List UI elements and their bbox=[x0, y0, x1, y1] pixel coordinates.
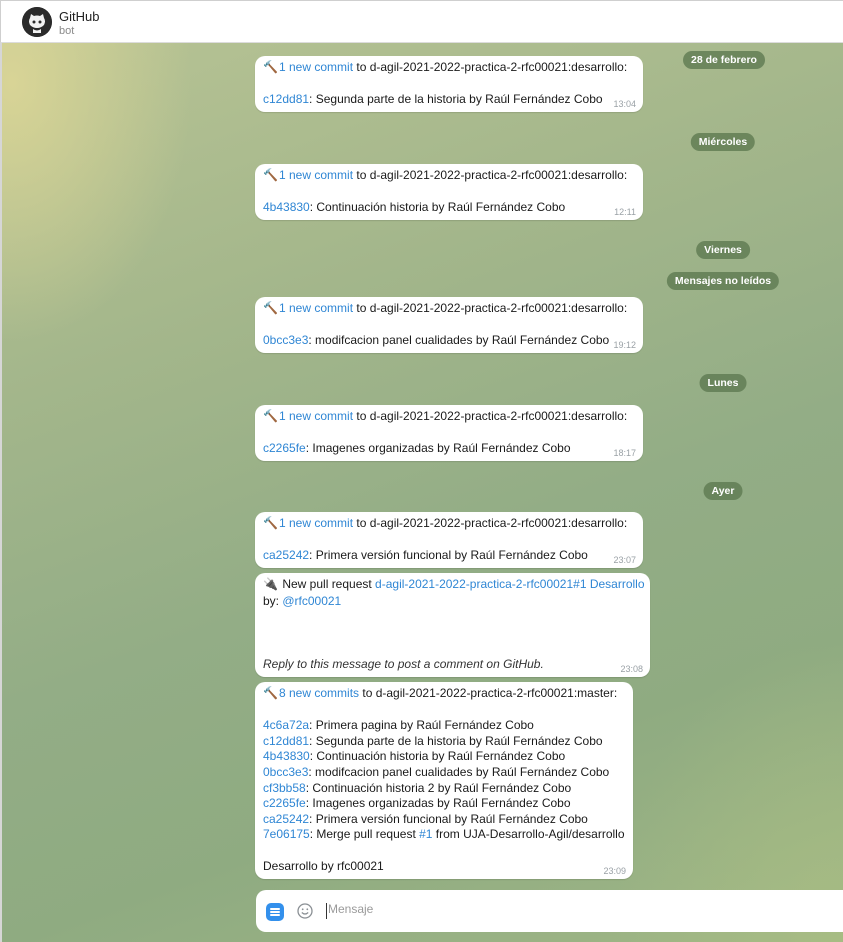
commit-line: 4c6a72a: Primera pagina by Raúl Fernánde… bbox=[263, 718, 534, 732]
commit-hash-link[interactable]: ca25242 bbox=[263, 812, 309, 826]
commit-line: ca25242: Primera versión funcional by Ra… bbox=[263, 812, 588, 826]
commit-description: : modifcacion panel cualidades by Raúl F… bbox=[308, 765, 610, 779]
commit-hash-link[interactable]: 0bcc3e3 bbox=[263, 333, 308, 347]
commit-target: to d-agil-2021-2022-practica-2-rfc00021:… bbox=[353, 60, 628, 74]
commit-line: cf3bb58: Continuación historia 2 by Raúl… bbox=[263, 781, 571, 795]
hammer-icon: 🔨 bbox=[263, 60, 278, 74]
commit-link[interactable]: 1 new commit bbox=[279, 168, 353, 182]
pr-label: New pull request bbox=[279, 577, 376, 591]
date-separator: Viernes bbox=[696, 241, 750, 259]
date-separator: Miércoles bbox=[690, 133, 756, 151]
message-composer[interactable]: Mensaje bbox=[256, 890, 843, 932]
commit-description: : Primera versión funcional by Raúl Fern… bbox=[309, 812, 588, 826]
commit-link[interactable]: 1 new commit bbox=[279, 60, 353, 74]
message-bubble[interactable]: 🔨1 new commit to d-agil-2021-2022-practi… bbox=[255, 405, 643, 461]
commit-line: c2265fe: Imagenes organizadas by Raúl Fe… bbox=[263, 796, 571, 810]
commit-description: : Primera versión funcional by Raúl Fern… bbox=[309, 548, 588, 562]
commit-hash-link[interactable]: c2265fe bbox=[263, 796, 306, 810]
commit-description: : Continuación historia by Raúl Fernánde… bbox=[309, 749, 566, 763]
smiley-icon[interactable] bbox=[297, 903, 313, 919]
commit-description: : Continuación historia by Raúl Fernánde… bbox=[309, 200, 566, 214]
commit-link[interactable]: 1 new commit bbox=[279, 301, 353, 315]
pr-by-label: by: bbox=[263, 594, 283, 608]
commit-hash-link[interactable]: c2265fe bbox=[263, 441, 306, 455]
commit-target: to d-agil-2021-2022-practica-2-rfc00021:… bbox=[353, 301, 628, 315]
commit-description: : modifcacion panel cualidades by Raúl F… bbox=[308, 333, 610, 347]
commit-target: to d-agil-2021-2022-practica-2-rfc00021:… bbox=[353, 409, 628, 423]
text-cursor bbox=[326, 903, 327, 919]
commit-description: : Segunda parte de la historia by Raúl F… bbox=[309, 92, 603, 106]
message-bubble[interactable]: 🔨8 new commits to d-agil-2021-2022-pract… bbox=[255, 682, 633, 879]
commit-line: 4b43830: Continuación historia by Raúl F… bbox=[263, 749, 565, 763]
commit-description: : Imagenes organizadas by Raúl Fernández… bbox=[305, 796, 571, 810]
github-octocat-icon[interactable] bbox=[22, 7, 52, 37]
commit-hash-link[interactable]: 0bcc3e3 bbox=[263, 765, 308, 779]
message-bubble[interactable]: 🔨1 new commit to d-agil-2021-2022-practi… bbox=[255, 297, 643, 353]
pr-number-link[interactable]: #1 bbox=[419, 827, 432, 841]
commits-link[interactable]: 8 new commits bbox=[279, 686, 359, 700]
chat-subtitle: bot bbox=[59, 25, 75, 37]
pr-link[interactable]: d-agil-2021-2022-practica-2-rfc00021#1 D… bbox=[375, 577, 644, 591]
message-bubble[interactable]: 🔨1 new commit to d-agil-2021-2022-practi… bbox=[255, 164, 643, 220]
unread-separator: Mensajes no leídos bbox=[666, 272, 780, 290]
date-separator: Lunes bbox=[699, 374, 747, 392]
date-separator: 28 de febrero bbox=[683, 51, 765, 69]
hammer-icon: 🔨 bbox=[263, 409, 278, 423]
chat-title[interactable]: GitHub bbox=[59, 9, 99, 24]
chat-header: GitHub bot bbox=[0, 0, 843, 43]
hammer-icon: 🔨 bbox=[263, 516, 278, 530]
message-bubble[interactable]: 🔨1 new commit to d-agil-2021-2022-practi… bbox=[255, 56, 643, 112]
commit-hash-link[interactable]: 4b43830 bbox=[263, 200, 310, 214]
commit-target: to d-agil-2021-2022-practica-2-rfc00021:… bbox=[359, 686, 618, 700]
commit-target: to d-agil-2021-2022-practica-2-rfc00021:… bbox=[353, 516, 628, 530]
commit-hash-link[interactable]: cf3bb58 bbox=[263, 781, 306, 795]
message-time: 12:11 bbox=[614, 207, 636, 217]
hammer-icon: 🔨 bbox=[263, 168, 278, 182]
commit-description: : Primera pagina by Raúl Fernández Cobo bbox=[309, 718, 534, 732]
pr-user-link[interactable]: @rfc00021 bbox=[282, 594, 341, 608]
commit-hash-link[interactable]: 4b43830 bbox=[263, 749, 310, 763]
commit-line: 0bcc3e3: modifcacion panel cualidades by… bbox=[263, 765, 609, 779]
hammer-icon: 🔨 bbox=[263, 686, 278, 700]
message-time: 23:07 bbox=[613, 555, 636, 565]
commit-hash-link[interactable]: 4c6a72a bbox=[263, 718, 309, 732]
menu-icon[interactable] bbox=[266, 903, 284, 921]
commit-hash-link[interactable]: c12dd81 bbox=[263, 734, 309, 748]
plug-icon: 🔌 bbox=[263, 577, 278, 591]
commit-hash-link[interactable]: ca25242 bbox=[263, 548, 309, 562]
commit-link[interactable]: 1 new commit bbox=[279, 409, 353, 423]
commit-line: c12dd81: Segunda parte de la historia by… bbox=[263, 734, 603, 748]
commit-description: : Imagenes organizadas by Raúl Fernández… bbox=[305, 441, 571, 455]
commit-description: : Segunda parte de la historia by Raúl F… bbox=[309, 734, 603, 748]
commit-target: to d-agil-2021-2022-practica-2-rfc00021:… bbox=[353, 168, 628, 182]
reply-hint: Reply to this message to post a comment … bbox=[263, 657, 544, 671]
hammer-icon: 🔨 bbox=[263, 301, 278, 315]
commit-description: : Merge pull request bbox=[309, 827, 420, 841]
message-bubble[interactable]: 🔌 New pull request d-agil-2021-2022-prac… bbox=[255, 573, 650, 677]
message-time: 23:08 bbox=[620, 664, 643, 674]
push-footer: Desarrollo by rfc00021 bbox=[263, 859, 384, 873]
commit-link[interactable]: 1 new commit bbox=[279, 516, 353, 530]
commit-description: : Continuación historia 2 by Raúl Fernán… bbox=[305, 781, 572, 795]
message-time: 13:04 bbox=[613, 99, 636, 109]
message-time: 18:17 bbox=[613, 448, 636, 458]
commit-description-tail: from UJA-Desarrollo-Agil/desarrollo bbox=[432, 827, 625, 841]
message-time: 19:12 bbox=[613, 340, 636, 350]
message-input[interactable]: Mensaje bbox=[328, 902, 373, 916]
commit-hash-link[interactable]: 7e06175 bbox=[263, 827, 310, 841]
message-bubble[interactable]: 🔨1 new commit to d-agil-2021-2022-practi… bbox=[255, 512, 643, 568]
commit-line: 7e06175: Merge pull request #1 from UJA-… bbox=[263, 827, 625, 841]
commit-hash-link[interactable]: c12dd81 bbox=[263, 92, 309, 106]
message-time: 23:09 bbox=[603, 866, 626, 876]
date-separator: Ayer bbox=[703, 482, 743, 500]
